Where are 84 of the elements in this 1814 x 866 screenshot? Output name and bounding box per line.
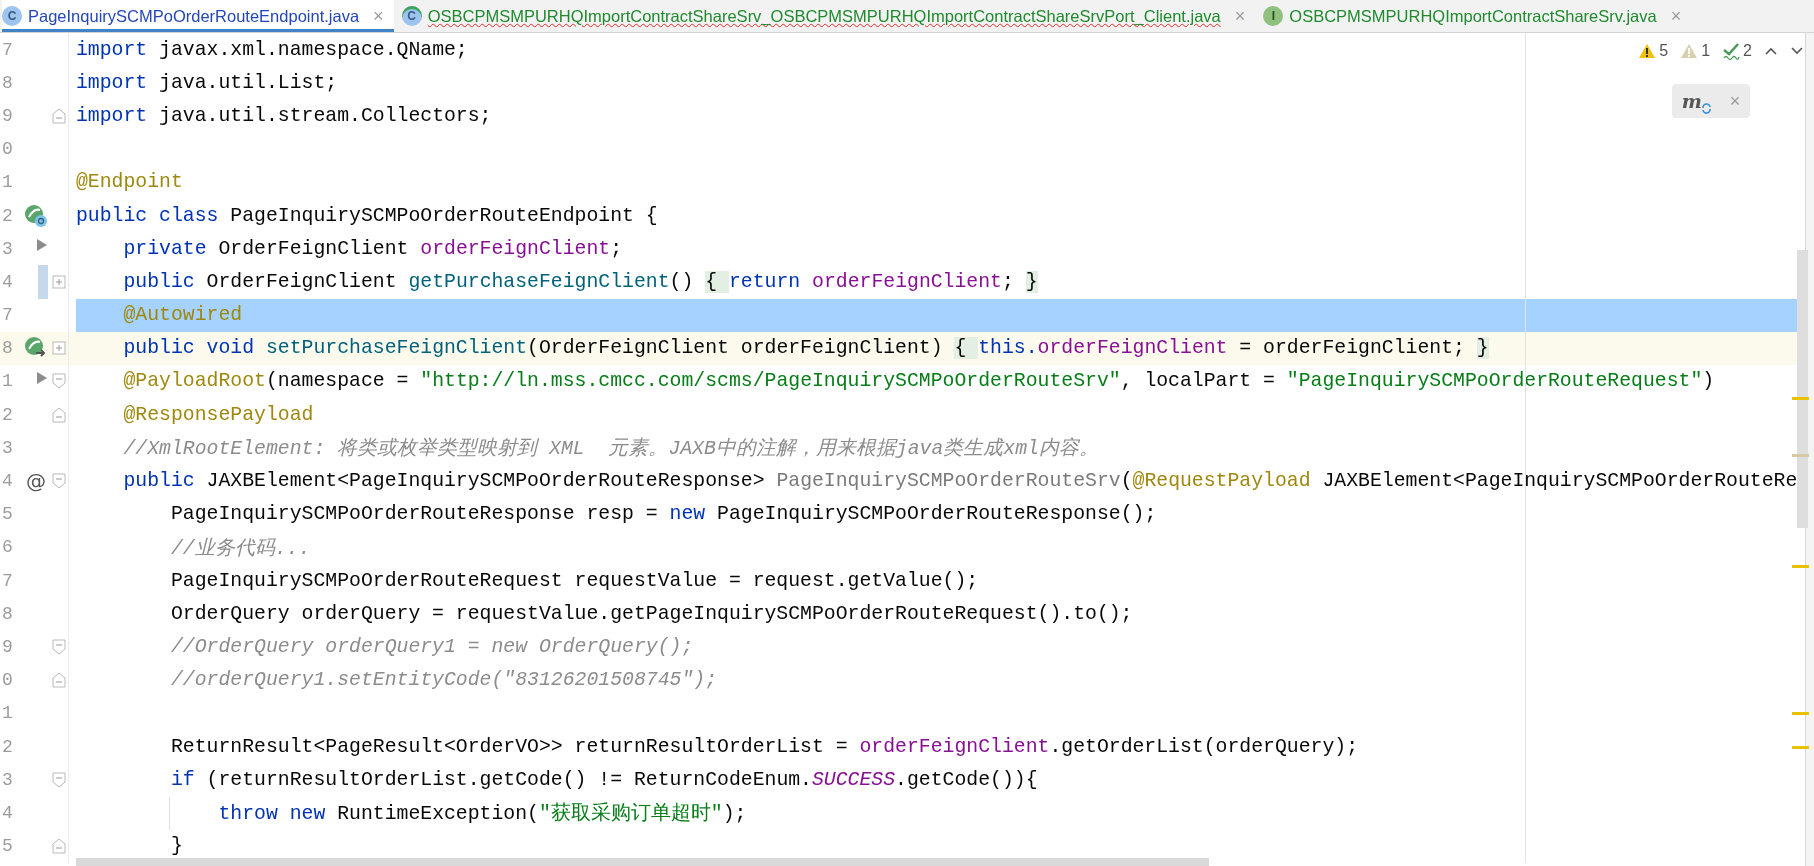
code-line: ReturnResult<PageResult<OrderVO>> returnResultOrderList = orderFeignClient.getOrderList(orderQuery); <box>169 735 1359 758</box>
line-number: 1 <box>1 172 14 193</box>
line-number: 1 <box>1 703 14 724</box>
code-line: private OrderFeignClient orderFeignClient; <box>122 237 623 260</box>
code-line: public OrderFeignClient getPurchaseFeignClient() { return orderFeignClient; } <box>122 270 1038 293</box>
change-marker[interactable] <box>38 265 48 299</box>
expand-icon[interactable] <box>52 341 66 356</box>
warning-stripe-mark[interactable] <box>1792 746 1809 749</box>
problem-count[interactable]: 5 <box>1659 42 1669 60</box>
line-number: 5 <box>1 504 14 525</box>
warning-stripe-mark[interactable] <box>1792 397 1809 400</box>
line-number: 4 <box>1 802 14 823</box>
line-number: 3 <box>1 769 14 790</box>
line-number: 4 <box>1 271 14 292</box>
triangle-icon[interactable] <box>36 238 48 253</box>
code-line: public void setPurchaseFeignClient(OrderFeignClient orderFeignClient) { this.orderFeignClient = orderFeignClient; } <box>122 337 1489 360</box>
line-number: 3 <box>1 437 14 458</box>
warning-stripe-mark[interactable] <box>1792 565 1809 568</box>
chevron-up-icon[interactable] <box>1764 46 1778 56</box>
editor-tab[interactable]: C PageInquirySCMPoOrderRouteEndpoint.java × <box>2 0 394 32</box>
fold-icon[interactable] <box>52 672 66 689</box>
line-number: 0 <box>1 139 14 160</box>
bean-icon[interactable] <box>24 203 48 228</box>
interface-icon: I <box>1263 6 1284 26</box>
line-number: 7 <box>1 305 14 326</box>
fold-icon[interactable] <box>52 838 66 855</box>
warning-icon <box>1638 43 1657 59</box>
expand-icon[interactable] <box>52 274 66 289</box>
code-line: } <box>169 835 183 858</box>
code-line: OrderQuery orderQuery = requestValue.getPageInquirySCMPoOrderRouteRequest().to(); <box>169 602 1133 625</box>
code-line: import javax.xml.namespace.QName; <box>76 38 468 61</box>
code-line: PageInquirySCMPoOrderRouteResponse resp = new PageInquirySCMPoOrderRouteResponse(); <box>169 503 1157 526</box>
code-line: @Endpoint <box>76 171 183 194</box>
code-line: //业务代码... <box>169 536 311 561</box>
code-line: if (returnResultOrderList.getCode() != ReturnCodeEnum.SUCCESS.getCode()){ <box>169 768 1038 791</box>
triangle-icon[interactable] <box>36 370 48 385</box>
line-number: 9 <box>1 105 14 126</box>
line-number: 2 <box>1 736 14 757</box>
line-number: 8 <box>1 603 14 624</box>
fold-icon[interactable] <box>52 638 66 655</box>
class-icon: C <box>2 6 22 26</box>
line-number: 8 <box>1 338 14 359</box>
warning-stripe-mark[interactable] <box>1792 712 1809 715</box>
code-line: //OrderQuery orderQuery1 = new OrderQuery(); <box>169 635 694 658</box>
line-number: 2 <box>1 205 14 226</box>
editor-tab[interactable]: C OSBCPMSMPURHQImportContractShareSrv_OSBCPMSMPURHQImportContractShareSrvPort_Client.java × <box>401 0 1256 32</box>
code-line: throw new RuntimeException("获取采购订单超时"); <box>217 801 747 827</box>
warning-stripe-mark[interactable] <box>1792 454 1809 457</box>
line-number: 8 <box>1 72 14 93</box>
code-line: PageInquirySCMPoOrderRouteRequest requestValue = request.getValue(); <box>169 569 979 592</box>
editor-tab[interactable]: I OSBCPMSMPURHQImportContractShareSrv.java × <box>1263 0 1692 32</box>
chevron-down-icon[interactable] <box>1790 46 1804 56</box>
line-number: 9 <box>1 636 14 657</box>
code-line: @Autowired <box>122 304 243 327</box>
code-line: import java.util.stream.Collectors; <box>76 104 492 127</box>
line-number: 0 <box>1 670 14 691</box>
weak-warning-icon <box>1680 43 1699 59</box>
line-number: 5 <box>1 836 14 857</box>
scrollbar-thumb[interactable] <box>1797 250 1808 528</box>
fold-icon[interactable] <box>52 406 66 423</box>
fold-icon[interactable] <box>52 473 66 490</box>
line-number: 3 <box>1 238 14 259</box>
horizontal-scrollbar[interactable] <box>76 858 1209 866</box>
fold-icon[interactable] <box>52 107 66 124</box>
line-number: 7 <box>1 39 14 60</box>
line-number: 2 <box>1 404 14 425</box>
line-number: 7 <box>1 570 14 591</box>
line-number: 6 <box>1 537 14 558</box>
check-icon <box>1722 42 1741 60</box>
code-line: @PayloadRoot(namespace = "http://ln.mss.cmcc.com/scms/PageInquirySCMPoOrderRouteSrv", localPart = "PageInquirySCMPoOrderRouteRequest") <box>122 370 1715 393</box>
code-line: public JAXBElement<PageInquirySCMPoOrderRouteResponse> PageInquirySCMPoOrderRouteSrv(@RequestPayload JAXBElement<PageInquirySCMPoOrderRouteRe <box>122 470 1798 493</box>
line-number: 4 <box>1 471 14 492</box>
problem-count[interactable]: 1 <box>1701 42 1711 60</box>
fold-icon[interactable] <box>52 373 66 390</box>
override-marker[interactable]: @ <box>22 469 50 494</box>
line-number: 1 <box>1 371 14 392</box>
code-line: //XmlRootElement: 将类或枚举类型映射到 XML 元素。JAXB中的注解，用来根据java类生成xml内容。 <box>122 436 1099 462</box>
code-line: //orderQuery1.setEntityCode("83126201508745"); <box>169 669 718 692</box>
fold-icon[interactable] <box>52 771 66 788</box>
code-line: @ResponsePayload <box>122 403 314 426</box>
code-line: public class PageInquirySCMPoOrderRouteEndpoint { <box>76 204 658 227</box>
class-icon: C <box>401 6 422 26</box>
code-line: import java.util.List; <box>76 71 338 94</box>
problem-count[interactable]: 2 <box>1743 42 1752 60</box>
